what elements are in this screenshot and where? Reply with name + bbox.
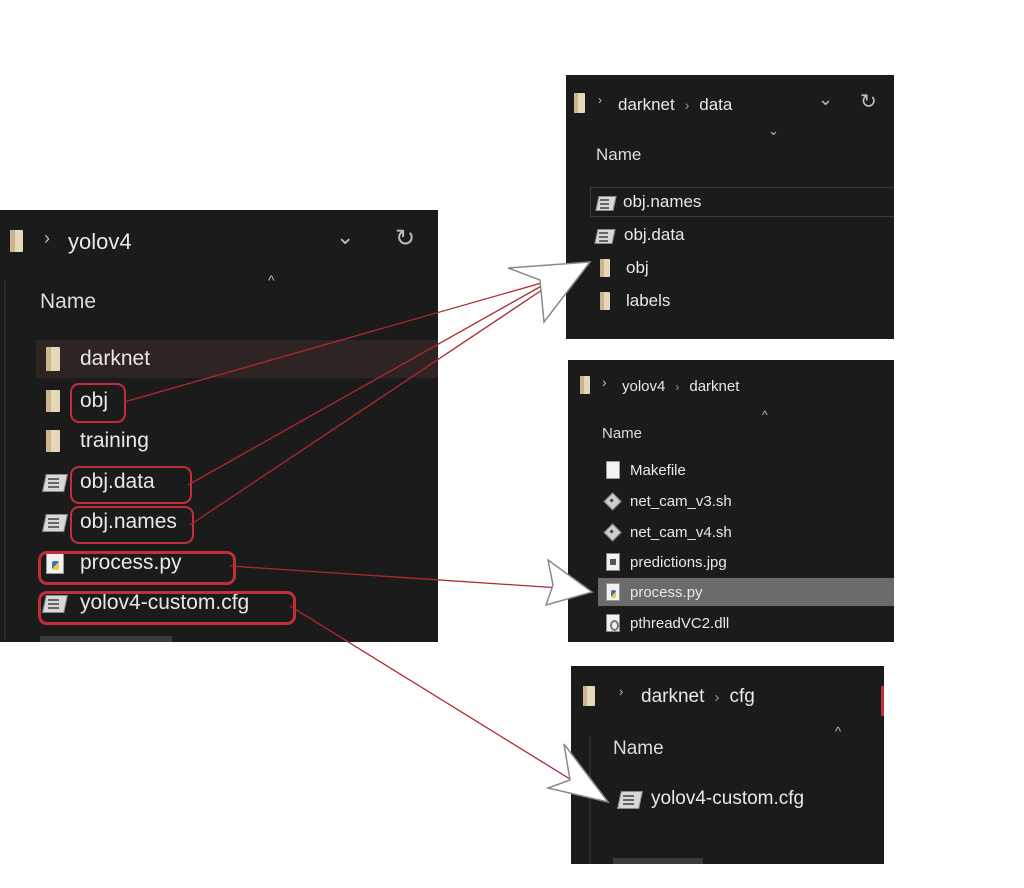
config-file-icon — [597, 194, 613, 210]
chevron-right-icon: › — [684, 97, 690, 113]
chevron-right-icon: › — [675, 379, 680, 394]
breadcrumb-darknet[interactable]: darknet — [689, 378, 739, 395]
list-item-obj-data[interactable]: obj.data — [596, 221, 685, 249]
list-item-darknet[interactable]: darknet — [36, 340, 438, 378]
list-item-predictions-jpg[interactable]: predictions.jpg — [606, 550, 727, 574]
list-item-labels[interactable]: labels — [600, 287, 670, 315]
list-item-process-py[interactable]: process.py — [598, 578, 894, 606]
file-icon — [606, 461, 620, 479]
config-file-icon — [596, 227, 612, 243]
breadcrumb-darknet[interactable]: darknet — [618, 95, 675, 115]
column-header-name[interactable]: Name — [596, 145, 641, 165]
scrollbar[interactable] — [613, 858, 703, 864]
list-item-training[interactable]: training — [46, 424, 149, 458]
highlight-process-py — [38, 551, 236, 585]
dll-file-icon — [606, 614, 620, 632]
folder-icon — [46, 390, 60, 412]
explorer-window-darknet-cfg: › darknet › cfg ^ Name yolov4-custom.cfg — [571, 666, 884, 864]
chevron-down-icon: ⌄ — [768, 123, 779, 138]
sort-ascending-icon: ^ — [835, 724, 842, 739]
python-file-icon — [606, 583, 620, 601]
item-label: process.py — [630, 583, 703, 601]
chevron-down-icon[interactable]: ⌄ — [818, 89, 833, 110]
item-label: training — [80, 429, 149, 452]
chevron-down-icon[interactable]: ⌄ — [336, 224, 354, 250]
item-label: darknet — [80, 347, 151, 370]
refresh-icon[interactable]: ↻ — [395, 224, 415, 253]
explorer-window-yolov4: › yolov4 ⌄ ↻ ^ Name darknet obj training… — [0, 210, 438, 642]
chevron-right-icon: › — [619, 684, 624, 699]
breadcrumb-yolov4[interactable]: yolov4 — [622, 378, 665, 395]
folder-icon — [600, 259, 610, 277]
explorer-window-darknet-data: › darknet › data ⌄ ↻ ⌄ Name obj.names ob… — [566, 75, 894, 339]
list-item-makefile[interactable]: Makefile — [606, 458, 686, 482]
breadcrumb-darknet[interactable]: darknet — [641, 686, 704, 708]
column-header-name[interactable]: Name — [613, 738, 664, 760]
folder-icon — [46, 430, 60, 452]
chevron-right-icon: › — [44, 228, 50, 248]
list-item-obj-names[interactable]: obj.names — [590, 187, 894, 217]
sort-ascending-icon: ^ — [762, 408, 768, 422]
chevron-right-icon: › — [714, 688, 720, 706]
config-file-icon — [44, 472, 64, 492]
item-label: yolov4-custom.cfg — [651, 788, 805, 809]
item-label: net_cam_v3.sh — [630, 492, 732, 510]
folder-icon — [580, 376, 590, 394]
highlight-yolov4-custom-cfg — [38, 591, 296, 625]
config-file-icon — [619, 789, 639, 809]
column-header-name[interactable]: Name — [40, 290, 96, 314]
chevron-right-icon: › — [602, 374, 607, 390]
list-item-obj[interactable]: obj — [600, 254, 649, 282]
chevron-right-icon: › — [598, 93, 602, 107]
scrollbar[interactable] — [40, 636, 172, 642]
highlight-obj — [70, 383, 126, 423]
item-label: pthreadVC2.dll — [630, 614, 730, 632]
breadcrumb-data[interactable]: data — [699, 95, 732, 115]
config-file-icon — [44, 512, 64, 532]
folder-icon — [574, 93, 585, 113]
sort-ascending-icon: ^ — [268, 272, 275, 288]
refresh-icon[interactable]: ↻ — [860, 89, 877, 114]
item-label: net_cam_v4.sh — [630, 523, 732, 541]
highlight-obj-names — [70, 506, 194, 544]
breadcrumb-cfg[interactable]: cfg — [729, 686, 754, 708]
list-item-yolov4-custom-cfg[interactable]: yolov4-custom.cfg — [619, 784, 804, 814]
highlight-obj-data — [70, 466, 192, 504]
item-label: predictions.jpg — [630, 553, 727, 571]
folder-icon — [10, 230, 23, 252]
explorer-window-yolov4-darknet: › yolov4 › darknet ^ Name Makefile net_c… — [568, 360, 894, 642]
list-item-net-cam-v3[interactable]: net_cam_v3.sh — [604, 489, 732, 513]
shell-script-icon — [604, 493, 620, 509]
folder-icon — [46, 347, 60, 371]
item-label: obj — [626, 258, 649, 277]
list-item-pthreadvc2-dll[interactable]: pthreadVC2.dll — [606, 611, 729, 635]
column-header-name[interactable]: Name — [602, 425, 642, 442]
item-label: labels — [626, 291, 671, 310]
shell-script-icon — [604, 524, 620, 540]
item-label: obj.data — [624, 225, 685, 244]
list-item-net-cam-v4[interactable]: net_cam_v4.sh — [604, 520, 732, 544]
folder-icon — [600, 292, 610, 310]
item-label: Makefile — [630, 461, 686, 479]
image-file-icon — [606, 553, 620, 571]
item-label: obj.names — [623, 192, 702, 211]
breadcrumb-yolov4[interactable]: yolov4 — [68, 229, 132, 255]
folder-icon — [583, 686, 595, 706]
